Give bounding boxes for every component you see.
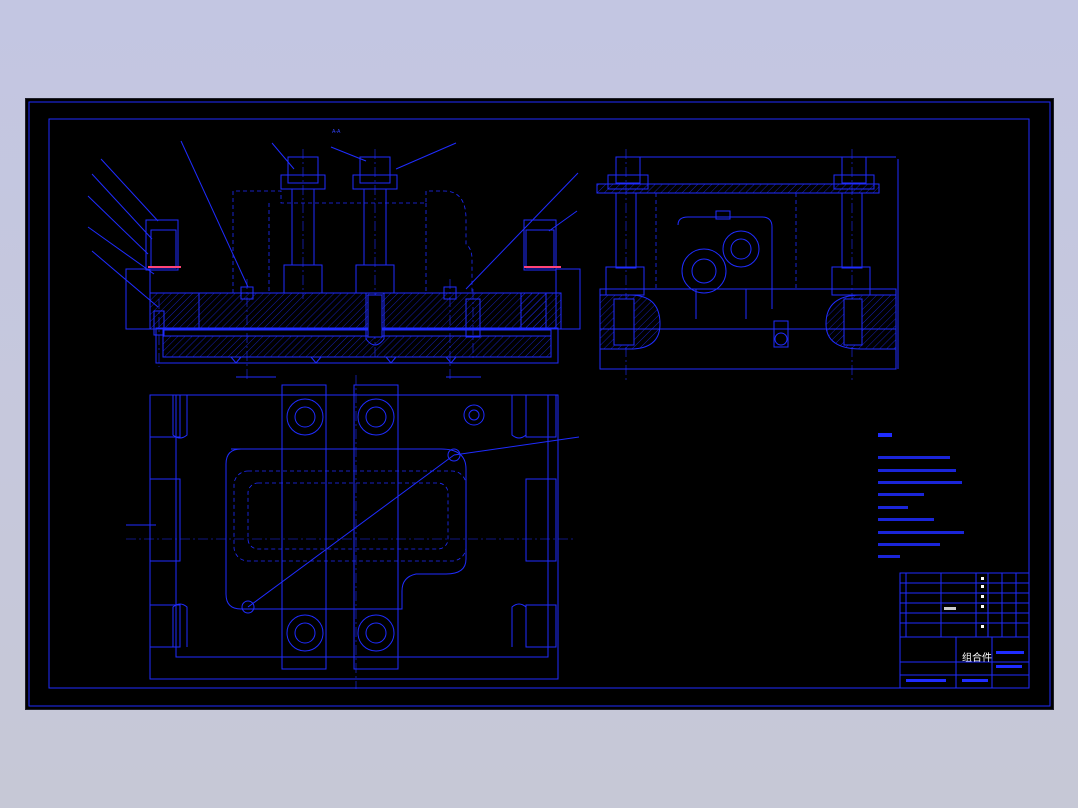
title-block: 组合件 xyxy=(899,572,1030,689)
technical-notes xyxy=(878,433,964,558)
section-label: A-A xyxy=(332,129,341,135)
drawing-sheet: A-A 组合件 xyxy=(26,99,1053,709)
side-view xyxy=(596,149,899,381)
cad-drawing: A-A 组合件 xyxy=(28,101,1051,707)
drawing-name: 组合件 xyxy=(962,651,992,664)
inner-frame xyxy=(48,118,1030,689)
outer-frame xyxy=(28,101,1051,707)
front-section-view: A-A xyxy=(87,129,581,381)
top-view xyxy=(126,375,580,689)
